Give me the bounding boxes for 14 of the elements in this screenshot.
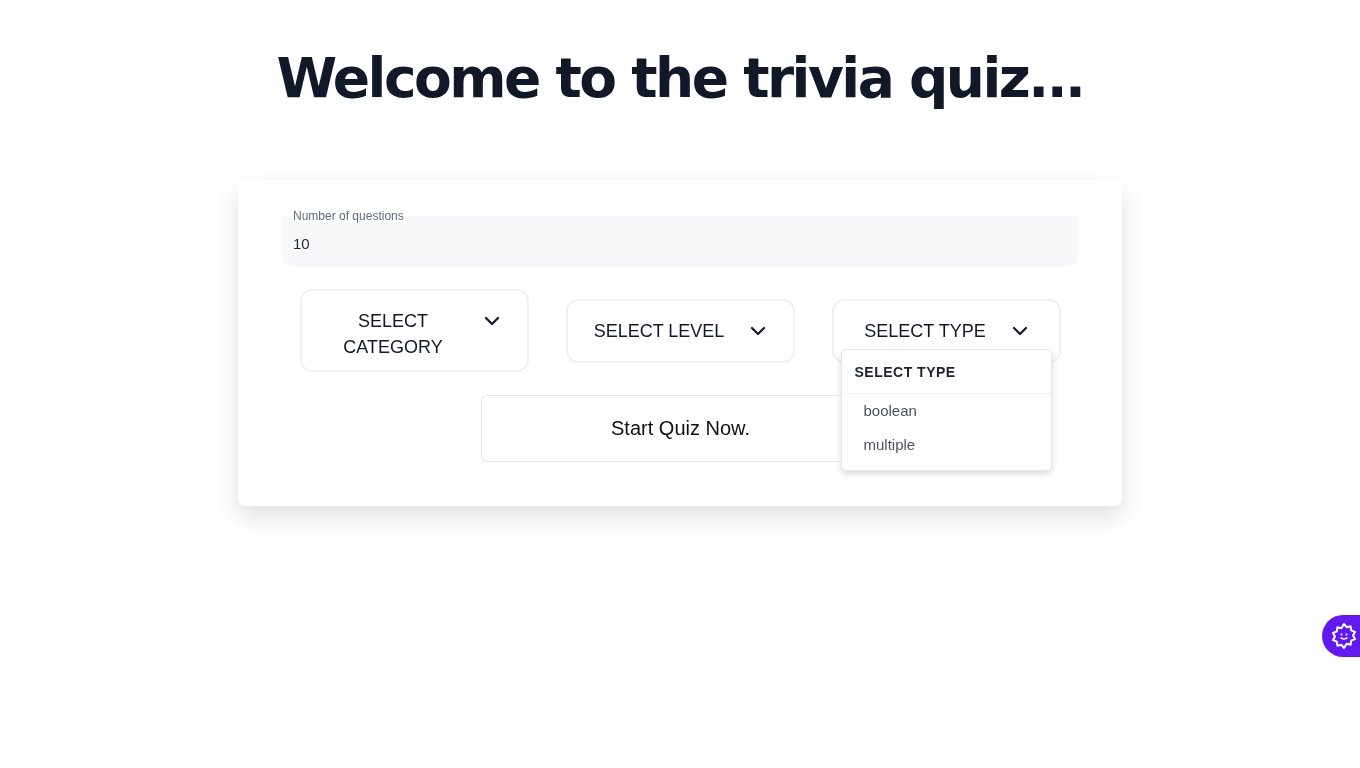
field-value: 10	[293, 235, 310, 253]
start-quiz-button[interactable]: Start Quiz Now.	[481, 395, 839, 462]
chevron-down-icon	[750, 325, 767, 336]
select-dropdown[interactable]: SELECT CATEGORY	[299, 289, 529, 372]
field-label: Number of questions	[292, 209, 405, 223]
menu-option[interactable]: boolean	[841, 393, 1051, 428]
menu-option[interactable]: multiple	[841, 427, 1051, 462]
chevron-down-icon	[1011, 325, 1028, 336]
select-dropdown[interactable]: SELECT LEVEL	[565, 298, 795, 363]
page-heading: Welcome to the trivia quiz...	[275, 45, 1085, 112]
menu-header: SELECT TYPE	[841, 349, 1051, 394]
chevron-down-icon	[484, 316, 500, 326]
questions-field[interactable]: Number of questions 10	[282, 209, 1078, 266]
smiley-badge-icon	[1330, 622, 1358, 650]
